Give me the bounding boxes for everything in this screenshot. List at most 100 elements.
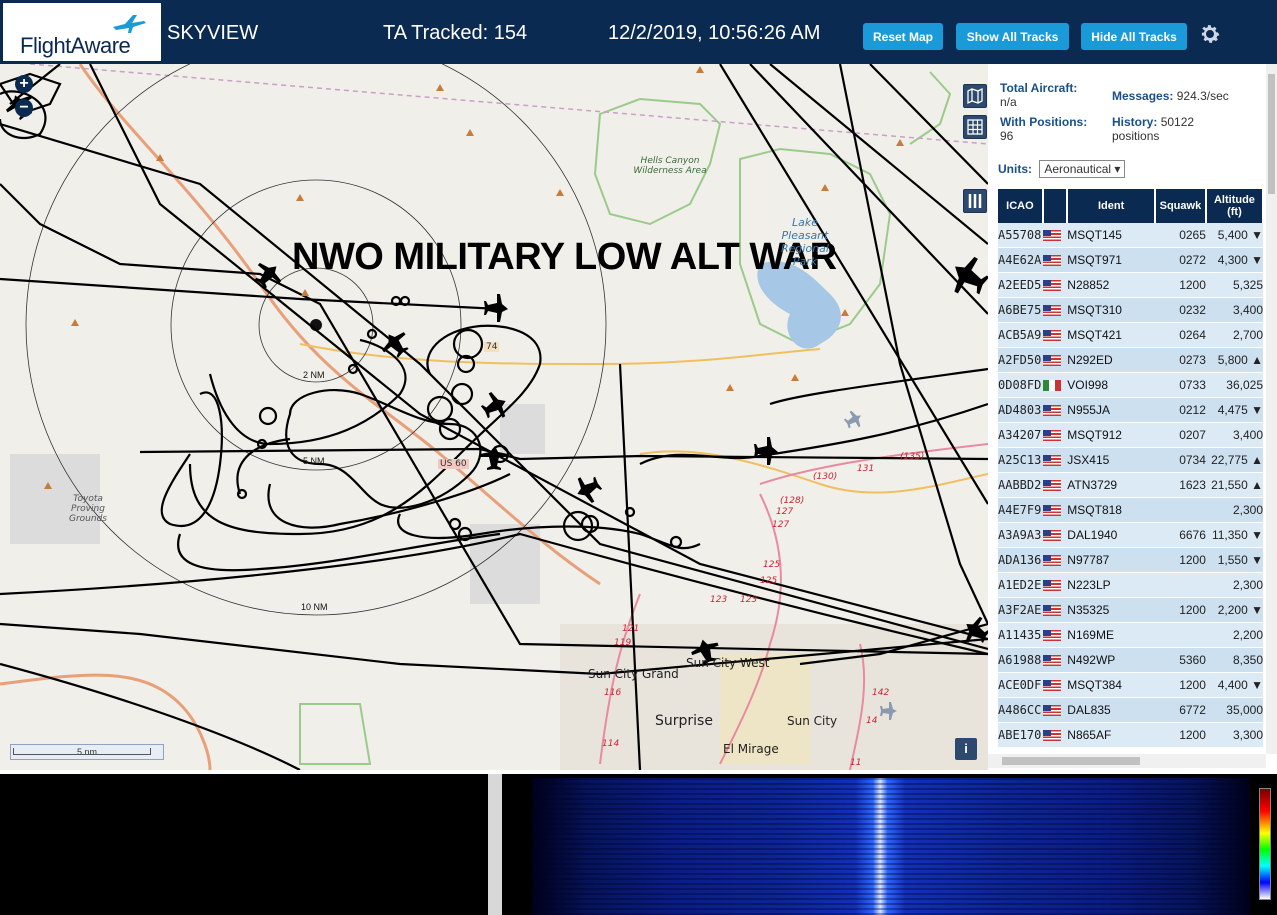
flag-cell [1042,547,1068,573]
squawk-cell: 0265 [1154,223,1206,248]
aircraft-row[interactable]: A2EED5 N28852 1200 5,325 [998,272,1263,298]
col-squawk[interactable]: Squawk [1154,189,1207,223]
ident-cell: N492WP [1067,647,1155,673]
squawk-cell: 6676 [1154,522,1206,548]
aircraft-icon[interactable] [571,471,606,507]
aircraft-row[interactable]: A486CC DAL835 6772 35,000 [998,697,1263,723]
aircraft-row[interactable]: 0D08FD VOI998 0733 36,025 [998,372,1263,398]
altitude-cell: 5,325 [1205,272,1263,298]
icao-cell: AABBD2 [998,472,1043,498]
ident-cell: N223LP [1067,572,1155,598]
aircraft-row[interactable]: A4E7F9 MSQT818 2,300 [998,497,1263,523]
map-view[interactable]: + − NWO MILITARY LOW ALT WAR 2 NM 5 NM 1… [0,64,988,770]
with-positions-stat: With Positions: 96 [1000,115,1087,143]
aircraft-table: ICAO Ident Squawk Altitude (ft) A55708 MS… [998,189,1265,748]
flightaware-logo[interactable]: FlightAware [3,3,161,61]
aircraft-row[interactable]: ADA136 N97787 1200 1,550 ▼ [998,547,1263,573]
road-number: (135) [900,452,925,462]
squawk-cell: 0273 [1154,347,1206,373]
tracked-count: TA Tracked: 154 [383,22,528,44]
aircraft-icon[interactable] [754,437,778,465]
aircraft-row[interactable]: A3A9A3 DAL1940 6676 11,350 ▼ [998,522,1263,548]
aircraft-row[interactable]: A11435 N169ME 2,200 [998,622,1263,648]
map-layers-button[interactable] [963,84,987,108]
reset-map-button[interactable]: Reset Map [863,23,943,50]
flag-cell [1042,247,1068,273]
columns-icon [968,194,982,208]
altitude-cell: 2,300 [1205,497,1263,523]
icao-cell: A4E7F9 [998,497,1043,523]
aircraft-row[interactable]: ACE0DF MSQT384 1200 4,400 ▼ [998,672,1263,698]
zoom-out-button[interactable]: − [15,99,33,117]
icao-cell: A3A9A3 [998,522,1043,548]
route-74-shield: 74 [484,342,500,352]
grid-toggle-button[interactable] [963,115,987,139]
gear-icon[interactable] [1198,22,1222,46]
icao-cell: ACE0DF [998,672,1043,698]
aircraft-row[interactable]: A61988 N492WP 5360 8,350 [998,647,1263,673]
aircraft-row[interactable]: ABE170 N865AF 1200 3,300 [998,722,1263,748]
plane-logo-icon [113,15,146,33]
aircraft-row[interactable]: A34207 MSQT912 0207 3,400 [998,422,1263,448]
mexico-flag-icon [1042,380,1061,392]
aircraft-row[interactable]: AD4803 N955JA 0212 4,475 ▼ [998,397,1263,423]
col-altitude[interactable]: Altitude (ft) [1205,189,1265,223]
col-flag[interactable] [1042,189,1069,223]
lake-pleasant-label: Lake Pleasant Regional Park [781,216,829,268]
flag-cell [1042,522,1068,548]
squawk-cell [1154,622,1206,648]
ident-cell: MSQT310 [1067,297,1155,323]
aircraft-icon[interactable] [484,294,508,322]
aircraft-row[interactable]: A55708 MSQT145 0265 5,400 ▼ [998,223,1263,248]
icao-cell: A3F2AE [998,597,1043,623]
aircraft-row[interactable]: A2FD50 N292ED 0273 5,800 ▲ [998,347,1263,373]
altitude-cell: 4,400 ▼ [1205,672,1263,698]
waterfall-pane [502,774,1277,915]
icao-cell: 0D08FD [998,372,1043,398]
flag-cell [1042,397,1068,423]
aircraft-row[interactable]: AABBD2 ATN3729 1623 21,550 ▲ [998,472,1263,498]
road-number: 142 [872,688,890,698]
aircraft-row[interactable]: A1ED2E N223LP 2,300 [998,572,1263,598]
aircraft-row[interactable]: A6BE75 MSQT310 0232 3,400 [998,297,1263,323]
aircraft-icon[interactable] [944,251,988,303]
col-ident[interactable]: Ident [1067,189,1156,223]
us-flag-icon [1042,655,1061,667]
squawk-cell: 0264 [1154,322,1206,348]
altitude-cell: 3,400 [1205,422,1263,448]
units-label: Units: [998,162,1032,176]
road-number: 116 [604,688,622,698]
us-flag-icon [1042,305,1061,317]
green-boundary [909,71,952,145]
aircraft-panel: Total Aircraft: n/a With Positions: 96 M… [988,64,1277,770]
panel-horizontal-scrollbar[interactable] [988,754,1266,768]
icao-cell: ABE170 [998,722,1043,748]
show-all-tracks-button[interactable]: Show All Tracks [956,23,1069,50]
ring-label-2nm: 2 NM [303,370,325,380]
aircraft-row[interactable]: A25C13 JSX415 0734 22,775 ▲ [998,447,1263,473]
altitude-cell: 3,300 [1205,722,1263,748]
map-canvas[interactable] [0,64,988,770]
ident-cell: VOI998 [1067,372,1155,398]
road-number: 123 [740,595,758,605]
sun-city-label: Sun City [787,714,838,728]
columns-toggle-button[interactable] [963,189,987,213]
flag-cell [1042,322,1068,348]
squawk-cell: 1200 [1154,722,1206,748]
col-icao[interactable]: ICAO [998,189,1044,223]
pane-divider[interactable] [488,774,502,915]
grid-icon [967,119,983,135]
units-select[interactable]: Aeronautical ▾ [1039,160,1126,178]
zoom-in-button[interactable]: + [15,75,33,93]
scroll-thumb[interactable] [1268,74,1275,194]
aircraft-row[interactable]: A3F2AE N35325 1200 2,200 ▼ [998,597,1263,623]
us-flag-icon [1042,605,1061,617]
info-button[interactable]: i [955,738,977,760]
aircraft-row[interactable]: A4E62A MSQT971 0272 4,300 ▼ [998,247,1263,273]
scroll-thumb[interactable] [1002,757,1140,765]
hide-all-tracks-button[interactable]: Hide All Tracks [1081,23,1187,50]
panel-vertical-scrollbar[interactable] [1266,64,1277,754]
map-overlay-title: NWO MILITARY LOW ALT WAR [292,236,837,278]
aircraft-row[interactable]: ACB5A9 MSQT421 0264 2,700 [998,322,1263,348]
ident-cell: MSQT421 [1067,322,1155,348]
